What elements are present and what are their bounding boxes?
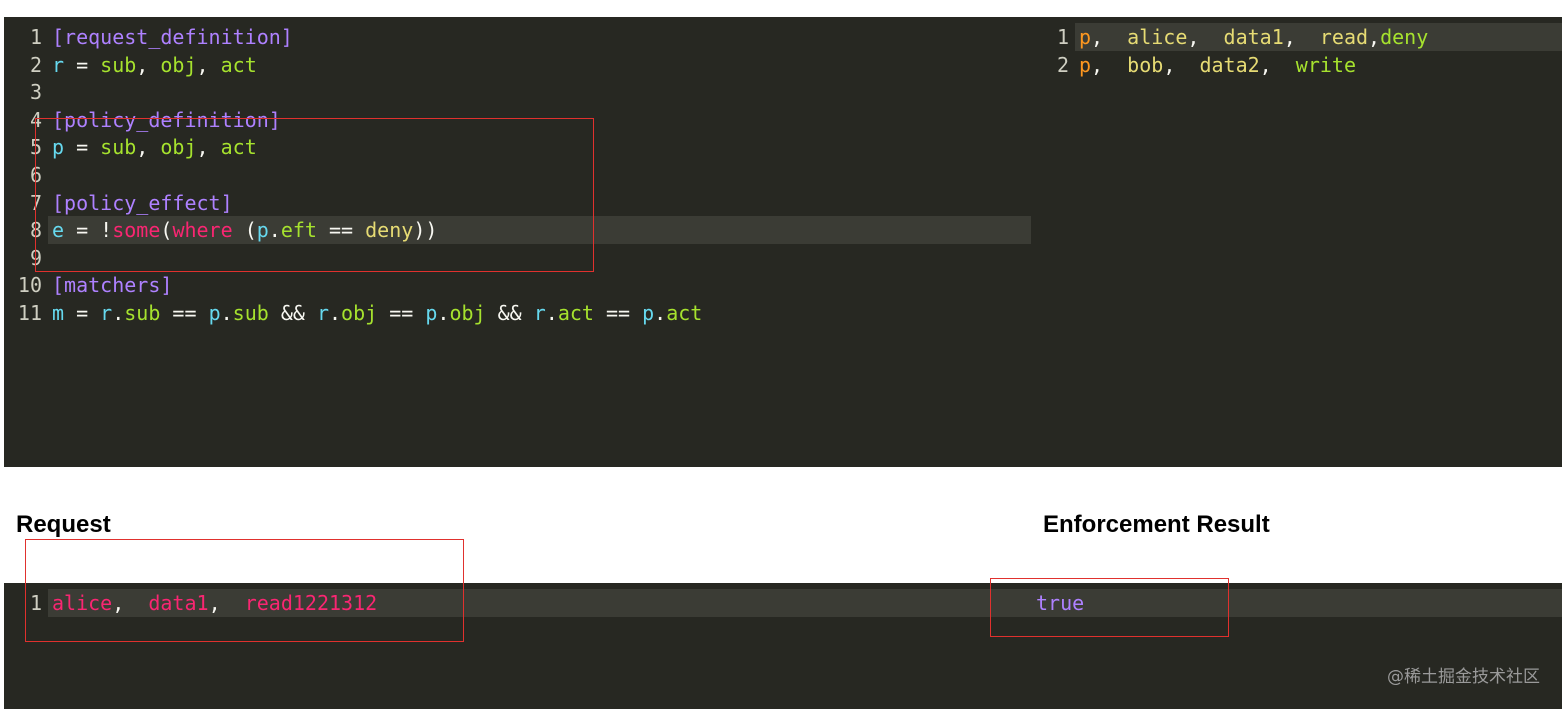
code-token: deny	[1380, 25, 1429, 49]
code-token: ,	[1283, 25, 1308, 49]
code-token: p	[642, 301, 655, 325]
line-number: 10	[17, 273, 42, 298]
code-token: ,	[1259, 53, 1284, 77]
code-line[interactable]: 2r = sub, obj, act	[4, 51, 1031, 79]
code-token: .	[545, 301, 558, 325]
code-token: p	[425, 301, 438, 325]
code-token: ,	[1187, 25, 1212, 49]
code-token: .	[437, 301, 450, 325]
request-heading: Request	[16, 511, 111, 538]
code-text: m = r.sub == p.sub && r.obj == p.obj && …	[52, 299, 702, 327]
code-line[interactable]: 1 p, alice, data1, read,deny	[1031, 23, 1562, 51]
code-token: ,	[1163, 53, 1188, 77]
code-line[interactable]: 10 [matchers]	[4, 271, 1031, 299]
code-token: &&	[268, 301, 317, 325]
code-token: act	[557, 301, 594, 325]
code-token: r	[52, 52, 65, 77]
code-token: ==	[593, 301, 643, 325]
code-text: [request_definition]	[52, 23, 293, 51]
code-line[interactable]: 11 m = r.sub == p.sub && r.obj == p.obj &…	[4, 299, 1031, 327]
code-token: ,	[1091, 53, 1116, 77]
code-token: obj	[341, 301, 378, 325]
code-token: m	[52, 301, 65, 325]
code-token: sub	[232, 301, 269, 325]
highlight-request	[25, 539, 464, 642]
code-token: ,	[136, 52, 161, 77]
enforcement-result-heading: Enforcement Result	[1043, 511, 1270, 538]
line-number: 2	[29, 52, 42, 77]
line-number: 2	[1056, 53, 1069, 77]
line-number: 1	[29, 25, 42, 49]
code-token: sub	[124, 301, 161, 325]
policy-editor[interactable]: 1 p, alice, data1, read,deny 2 p, bob, data…	[1031, 17, 1562, 467]
code-line[interactable]: 2 p, bob, data2, write	[1031, 51, 1562, 79]
line-number: 1	[1056, 25, 1069, 49]
code-line[interactable]: 3	[4, 78, 1031, 106]
code-line[interactable]: 1 [request_definition]	[4, 23, 1031, 51]
highlight-policy-effect	[35, 118, 594, 272]
code-token: act	[220, 52, 257, 77]
code-text: p, alice, data1, read,deny	[1079, 23, 1428, 51]
code-token: bob	[1115, 53, 1164, 77]
code-text: r = sub, obj, act	[52, 51, 257, 79]
watermark-text: @稀土掘金技术社区	[1387, 667, 1540, 687]
code-token: r	[316, 301, 329, 325]
code-token: ==	[377, 301, 426, 325]
code-token: obj	[449, 301, 486, 325]
code-token: [matchers]	[52, 273, 173, 298]
code-token: p	[208, 301, 221, 325]
code-token: r	[533, 301, 546, 325]
code-token: data2	[1187, 53, 1260, 77]
code-token: r	[100, 301, 113, 325]
code-token: =	[64, 301, 101, 325]
code-text: [matchers]	[52, 271, 172, 299]
code-token: ,	[1091, 25, 1116, 49]
line-number: 3	[29, 80, 42, 105]
highlight-result	[990, 578, 1229, 637]
code-token: &&	[485, 301, 534, 325]
code-token: p	[1079, 25, 1092, 49]
code-token: ,	[1368, 25, 1381, 49]
code-token: obj	[160, 52, 197, 77]
code-token: .	[112, 301, 125, 325]
code-token: data1	[1211, 25, 1284, 49]
code-text: p, bob, data2, write	[1079, 51, 1356, 79]
code-token: .	[654, 301, 667, 325]
code-token: ==	[160, 301, 209, 325]
code-token: act	[666, 301, 703, 325]
code-token: sub	[100, 52, 137, 77]
code-token: write	[1283, 53, 1356, 77]
line-number: 11	[17, 301, 42, 325]
code-token: read	[1307, 25, 1369, 49]
code-token: .	[220, 301, 233, 325]
code-token: .	[329, 301, 342, 325]
code-token: [request_definition]	[52, 25, 293, 49]
code-token: alice	[1115, 25, 1188, 49]
code-token: ,	[196, 52, 221, 77]
code-token: p	[1079, 53, 1092, 77]
code-token: =	[64, 52, 101, 77]
